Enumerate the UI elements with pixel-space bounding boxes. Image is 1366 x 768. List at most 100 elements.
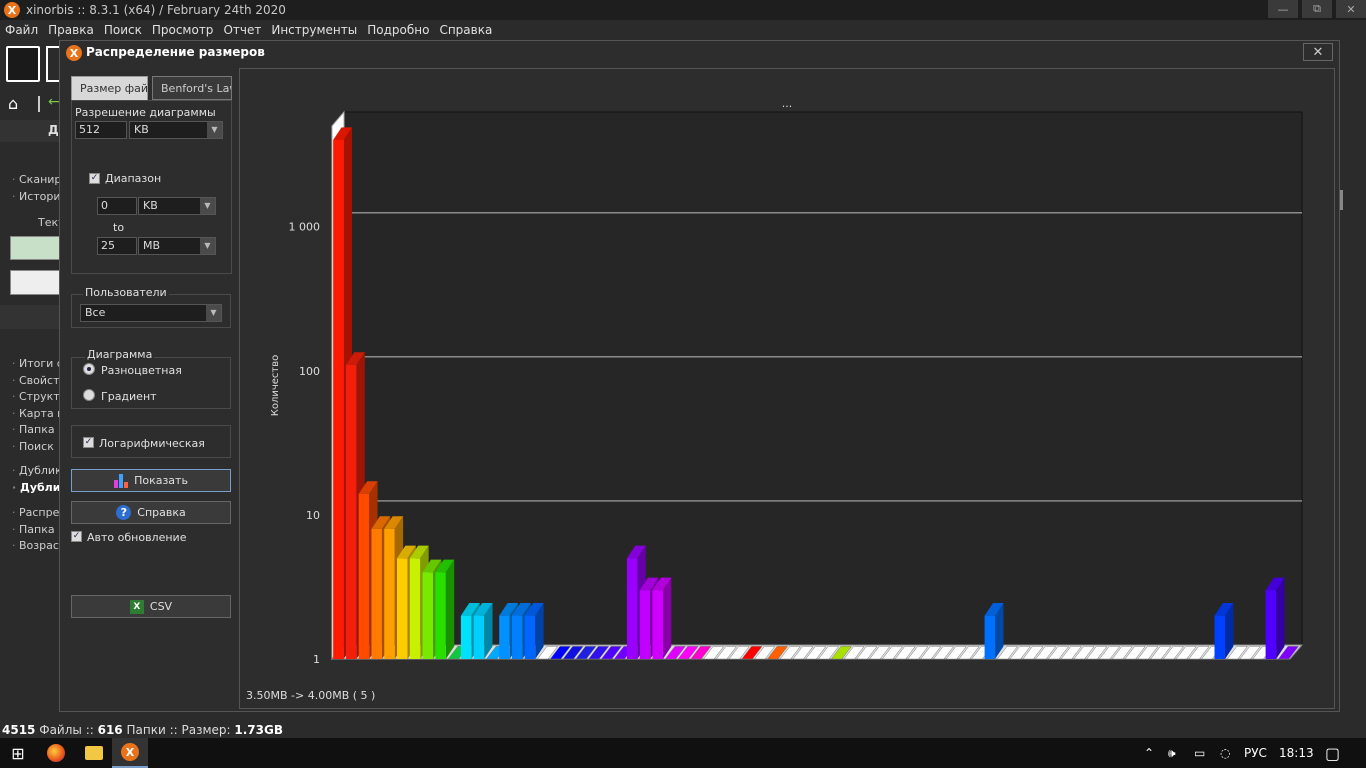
users-select[interactable]: Все ▼	[80, 304, 222, 322]
file-count-label: Файлы	[39, 723, 82, 737]
show-button[interactable]: Показать	[71, 469, 231, 492]
chevron-down-icon: ▼	[207, 122, 222, 138]
range-to-unit-select[interactable]: MB ▼	[138, 237, 216, 255]
bar	[499, 615, 510, 659]
bar	[1214, 615, 1225, 659]
battery-icon[interactable]: ▭	[1194, 738, 1205, 768]
xinorbis-logo-icon: X	[66, 45, 82, 61]
chart-frame: ... 1 10 100 1 000 Количество 3.50MB -> 4.00…	[239, 68, 1335, 709]
y-tick-label: 10	[306, 509, 320, 522]
dialog-close-button[interactable]: ✕	[1303, 43, 1333, 61]
menu-details[interactable]: Подробно	[362, 23, 434, 37]
save-icon[interactable]	[6, 46, 40, 82]
menu-file[interactable]: Файл	[0, 23, 43, 37]
menu-bar: Файл Правка Поиск Просмотр Отчет Инструм…	[0, 20, 1366, 40]
tab-benfords-law[interactable]: Benford's Law	[152, 76, 232, 100]
tab-file-size[interactable]: Размер файла	[71, 76, 148, 100]
folder-icon	[85, 746, 103, 760]
compare-scan-box[interactable]	[10, 270, 66, 295]
minimize-button[interactable]: —	[1268, 0, 1298, 18]
menu-report[interactable]: Отчет	[218, 23, 266, 37]
bar	[422, 572, 434, 659]
bar-side	[445, 559, 455, 659]
range-from-unit-select[interactable]: KB ▼	[138, 197, 216, 215]
tray-chevron-icon[interactable]: ⌃	[1144, 738, 1154, 768]
chevron-down-icon: ▼	[200, 238, 215, 254]
bar	[460, 615, 472, 659]
auto-update-label: Авто обновление	[87, 531, 187, 544]
range-from-input[interactable]: 0	[97, 197, 137, 215]
bar	[371, 528, 382, 659]
menu-tools[interactable]: Инструменты	[266, 23, 362, 37]
dialog-title: Распределение размеров	[86, 45, 265, 59]
range-to-input[interactable]: 25	[97, 237, 137, 255]
restore-button[interactable]: ⧉	[1302, 0, 1332, 18]
bar	[345, 364, 357, 659]
scrollbar[interactable]	[1340, 190, 1343, 210]
bar	[333, 139, 344, 659]
excel-icon: X	[129, 599, 144, 614]
menu-edit[interactable]: Правка	[43, 23, 99, 37]
xinorbis-icon: X	[121, 743, 139, 761]
home-icon[interactable]: ⌂	[8, 94, 18, 113]
logarithmic-checkbox[interactable]: ✓	[83, 437, 94, 448]
auto-update-checkbox[interactable]: ✓	[71, 531, 82, 542]
chart-footer-range: 3.50MB -> 4.00MB ( 5 )	[246, 689, 376, 702]
menu-search[interactable]: Поиск	[99, 23, 147, 37]
csv-button[interactable]: X CSV	[71, 595, 231, 618]
y-tick-label: 1	[313, 653, 320, 666]
explorer-taskbar-item[interactable]	[76, 738, 112, 768]
size-distribution-chart[interactable]: 1 10 100 1 000 Количество	[240, 69, 1336, 710]
bar	[397, 558, 408, 659]
resolution-input[interactable]: 512	[75, 121, 127, 139]
range-checkbox[interactable]: ✓	[89, 173, 100, 184]
language-indicator[interactable]: РУС	[1244, 738, 1267, 768]
bar	[473, 615, 485, 659]
file-count: 4515	[2, 723, 36, 737]
y-axis-label: Количество	[270, 355, 281, 417]
windows-icon: ⊞	[11, 743, 25, 763]
toolbar-divider	[38, 96, 40, 112]
bar	[409, 558, 421, 659]
gradient-label: Градиент	[101, 390, 157, 403]
xinorbis-taskbar-item[interactable]: X	[112, 738, 148, 768]
y-tick-label: 100	[299, 365, 320, 378]
chart-plot-area	[343, 111, 1303, 646]
bar	[626, 558, 638, 659]
current-scan-box[interactable]	[10, 236, 66, 260]
menu-view[interactable]: Просмотр	[147, 23, 219, 37]
firefox-icon	[47, 744, 65, 762]
notifications-icon[interactable]: ▢	[1325, 738, 1340, 768]
bar-chart-icon	[114, 473, 129, 488]
total-size: 1.73GB	[234, 723, 283, 737]
network-icon[interactable]: ◌	[1220, 738, 1230, 768]
multicolor-radio[interactable]	[83, 363, 95, 375]
bar	[358, 493, 370, 659]
gradient-radio[interactable]	[83, 389, 95, 401]
help-icon: ?	[116, 505, 132, 520]
firefox-taskbar-item[interactable]	[38, 738, 74, 768]
volume-icon[interactable]: 🕪	[1168, 738, 1176, 768]
bar	[384, 528, 395, 659]
folder-count-label: Папки	[126, 723, 166, 737]
bar-side	[662, 577, 672, 659]
app-title: xinorbis :: 8.3.1 (x64) / February 24th …	[26, 3, 286, 17]
bar	[1265, 590, 1277, 659]
clock[interactable]: 18:13	[1279, 738, 1314, 768]
chevron-down-icon: ▼	[206, 305, 221, 321]
logarithmic-label: Логарифмическая	[99, 437, 205, 450]
start-button[interactable]: ⊞	[0, 738, 36, 768]
y-tick-label: 1 000	[289, 221, 321, 234]
bar	[524, 615, 536, 659]
back-arrow-icon[interactable]: ←	[48, 94, 60, 110]
dialog-title-bar: X Распределение размеров ✕	[60, 41, 1339, 65]
close-button[interactable]: ✕	[1336, 0, 1366, 18]
help-button[interactable]: ? Справка	[71, 501, 231, 524]
app-title-bar: X xinorbis :: 8.3.1 (x64) / February 24t…	[0, 0, 1366, 20]
resolution-unit-select[interactable]: KB ▼	[129, 121, 223, 139]
bar	[435, 572, 446, 659]
users-label: Пользователи	[83, 286, 169, 299]
menu-help[interactable]: Справка	[434, 23, 497, 37]
chevron-down-icon: ▼	[200, 198, 215, 214]
bar	[511, 615, 523, 659]
